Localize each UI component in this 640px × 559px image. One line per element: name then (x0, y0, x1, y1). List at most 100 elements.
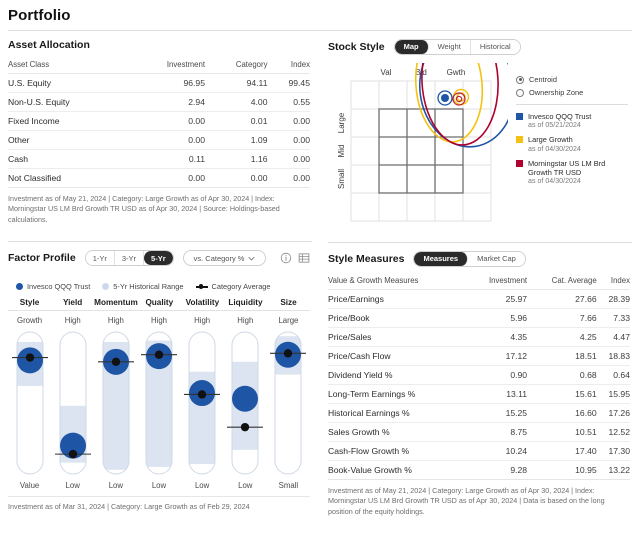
legend-label: Centroid (529, 75, 557, 84)
cell-category: 94.11 (205, 73, 268, 93)
cell-index: 28.39 (596, 289, 630, 309)
style-map-svg: Val Bld Gwth Large Mid Small (337, 16, 516, 222)
cell-cat-average: 4.25 (527, 327, 597, 347)
main-columns: Asset Allocation Asset Class Investment … (0, 16, 640, 517)
row-label: Other (8, 130, 130, 150)
row-label: Book-Value Growth % (328, 460, 469, 480)
tab-weight[interactable]: Weight (428, 40, 471, 54)
factor-capsule-yield (51, 328, 94, 478)
cell-cat-average: 16.60 (527, 403, 597, 423)
right-column: Stock Style Map Weight Historical Val Bl… (320, 16, 640, 517)
factor-gauge (140, 331, 177, 475)
category-average-marker (25, 353, 34, 363)
cell-index: 99.45 (267, 73, 310, 93)
style-x-label-val: Val (381, 68, 392, 77)
row-label: U.S. Equity (8, 73, 130, 93)
factor-gauge (97, 331, 134, 475)
style-measures-footnote: Investment as of May 21, 2024 | Category… (328, 486, 605, 516)
info-icon[interactable] (280, 252, 292, 264)
category-average-marker (197, 390, 207, 399)
period-tab-1yr[interactable]: 1-Yr (85, 251, 115, 266)
cell-index: 12.52 (596, 422, 630, 442)
style-x-label-gwth: Gwth (447, 68, 466, 77)
factor-profile-chart (8, 328, 310, 478)
cell-index: 17.30 (596, 441, 630, 461)
row-label: Sales Growth % (328, 422, 469, 442)
style-measures-table: Value & Growth Measures Investment Cat. … (328, 273, 630, 480)
table-row: Price/Sales 4.35 4.25 4.47 (328, 327, 630, 347)
factor-top-label: High (107, 316, 124, 326)
investment-marker (232, 386, 259, 413)
table-row: Fixed Income 0.00 0.01 0.00 (8, 111, 310, 131)
factor-capsule-volatility (181, 328, 224, 478)
cell-index: 17.26 (596, 403, 630, 423)
period-tab-3yr[interactable]: 3-Yr (114, 251, 145, 266)
row-label: Long-Term Earnings % (328, 384, 469, 404)
cell-cat-average: 10.51 (527, 422, 597, 442)
series-swatch-icon (516, 113, 523, 120)
cell-index: 0.00 (267, 168, 310, 188)
stock-style-panel: Stock Style Map Weight Historical Val Bl… (320, 16, 640, 236)
table-row: Cash 0.11 1.16 0.00 (8, 149, 310, 169)
series-asof: as of 04/30/2024 (528, 177, 581, 186)
series-name: Large Growth (528, 135, 573, 145)
stock-style-header: Stock Style Map Weight Historical (328, 31, 630, 61)
factor-name-momentum: Momentum (94, 298, 138, 308)
tab-historical[interactable]: Historical (470, 40, 520, 54)
cell-investment: 15.25 (468, 403, 528, 423)
tab-market-cap[interactable]: Market Cap (468, 252, 525, 266)
stock-style-toggle[interactable]: Map Weight Historical (393, 39, 521, 55)
table-row: Other 0.00 1.09 0.00 (8, 130, 310, 150)
cell-investment: 25.97 (468, 289, 528, 309)
asset-allocation-footnote: Investment as of May 21, 2024 | Category… (8, 194, 280, 224)
cat-avg-line-icon (195, 284, 208, 290)
cell-investment: 13.11 (468, 384, 528, 404)
row-label: Price/Earnings (328, 289, 469, 309)
series-asof: as of 04/30/2024 (528, 144, 581, 153)
cell-cat-average: 27.66 (527, 289, 597, 309)
legend-label: Category Average (211, 282, 271, 292)
factor-bottom-label: Value (19, 481, 40, 491)
style-measures-toggle[interactable]: Measures Market Cap (413, 251, 526, 267)
factor-profile-header: Factor Profile 1-Yr 3-Yr 5-Yr vs. Catego… (8, 242, 310, 272)
factor-top-labels: Growth High High High High High Large (8, 311, 310, 328)
style-measures-body: Price/Earnings 25.97 27.66 28.39 Price/Book 5… (328, 289, 630, 480)
style-y-label-small: Small (337, 169, 346, 189)
series-name: Morningstar US LM Brd Growth TR USD (528, 158, 606, 178)
style-box-chart: Val Bld Gwth Large Mid Small (328, 16, 516, 236)
legend-label: 5-Yr Historical Range (113, 282, 184, 292)
row-label: Dividend Yield % (328, 365, 469, 385)
factor-bottom-label: Low (65, 481, 80, 491)
table-header-row: Asset Class Investment Category Index (8, 57, 310, 74)
asset-allocation-header: Asset Allocation (8, 31, 310, 57)
cell-investment: 4.35 (468, 327, 528, 347)
cell-investment: 9.28 (468, 460, 528, 480)
factor-bottom-label: Low (194, 481, 210, 491)
cell-index: 0.55 (267, 92, 310, 112)
factor-top-label: High (194, 316, 211, 326)
factor-period-toggle[interactable]: 1-Yr 3-Yr 5-Yr (84, 250, 174, 267)
cell-category: 1.16 (205, 149, 268, 169)
tab-map[interactable]: Map (394, 40, 429, 54)
asset-allocation-title: Asset Allocation (8, 39, 90, 51)
series-name: Invesco QQQ Trust (528, 112, 592, 121)
tab-measures[interactable]: Measures (414, 252, 469, 266)
table-row: Price/Earnings 25.97 27.66 28.39 (328, 289, 630, 309)
period-tab-5yr[interactable]: 5-Yr (144, 251, 173, 266)
table-view-icon[interactable] (298, 252, 310, 264)
compare-dropdown[interactable]: vs. Category % (182, 250, 267, 267)
factor-gauge (11, 331, 48, 475)
style-y-label-mid: Mid (337, 145, 346, 158)
factor-name-style: Style (19, 298, 40, 308)
table-header-row: Value & Growth Measures Investment Cat. … (328, 273, 630, 290)
category-average-marker (68, 450, 77, 459)
cell-index: 4.47 (596, 327, 630, 347)
ownership-zone-icon (516, 88, 524, 97)
series-swatch-icon (516, 159, 523, 167)
col-index: Index (596, 273, 630, 290)
legend-ownership-zone: Ownership Zone (516, 88, 630, 97)
cell-category: 4.00 (205, 92, 268, 112)
legend-divider (516, 104, 628, 105)
category-average-marker (111, 357, 121, 367)
style-measures-title: Style Measures (328, 253, 405, 265)
